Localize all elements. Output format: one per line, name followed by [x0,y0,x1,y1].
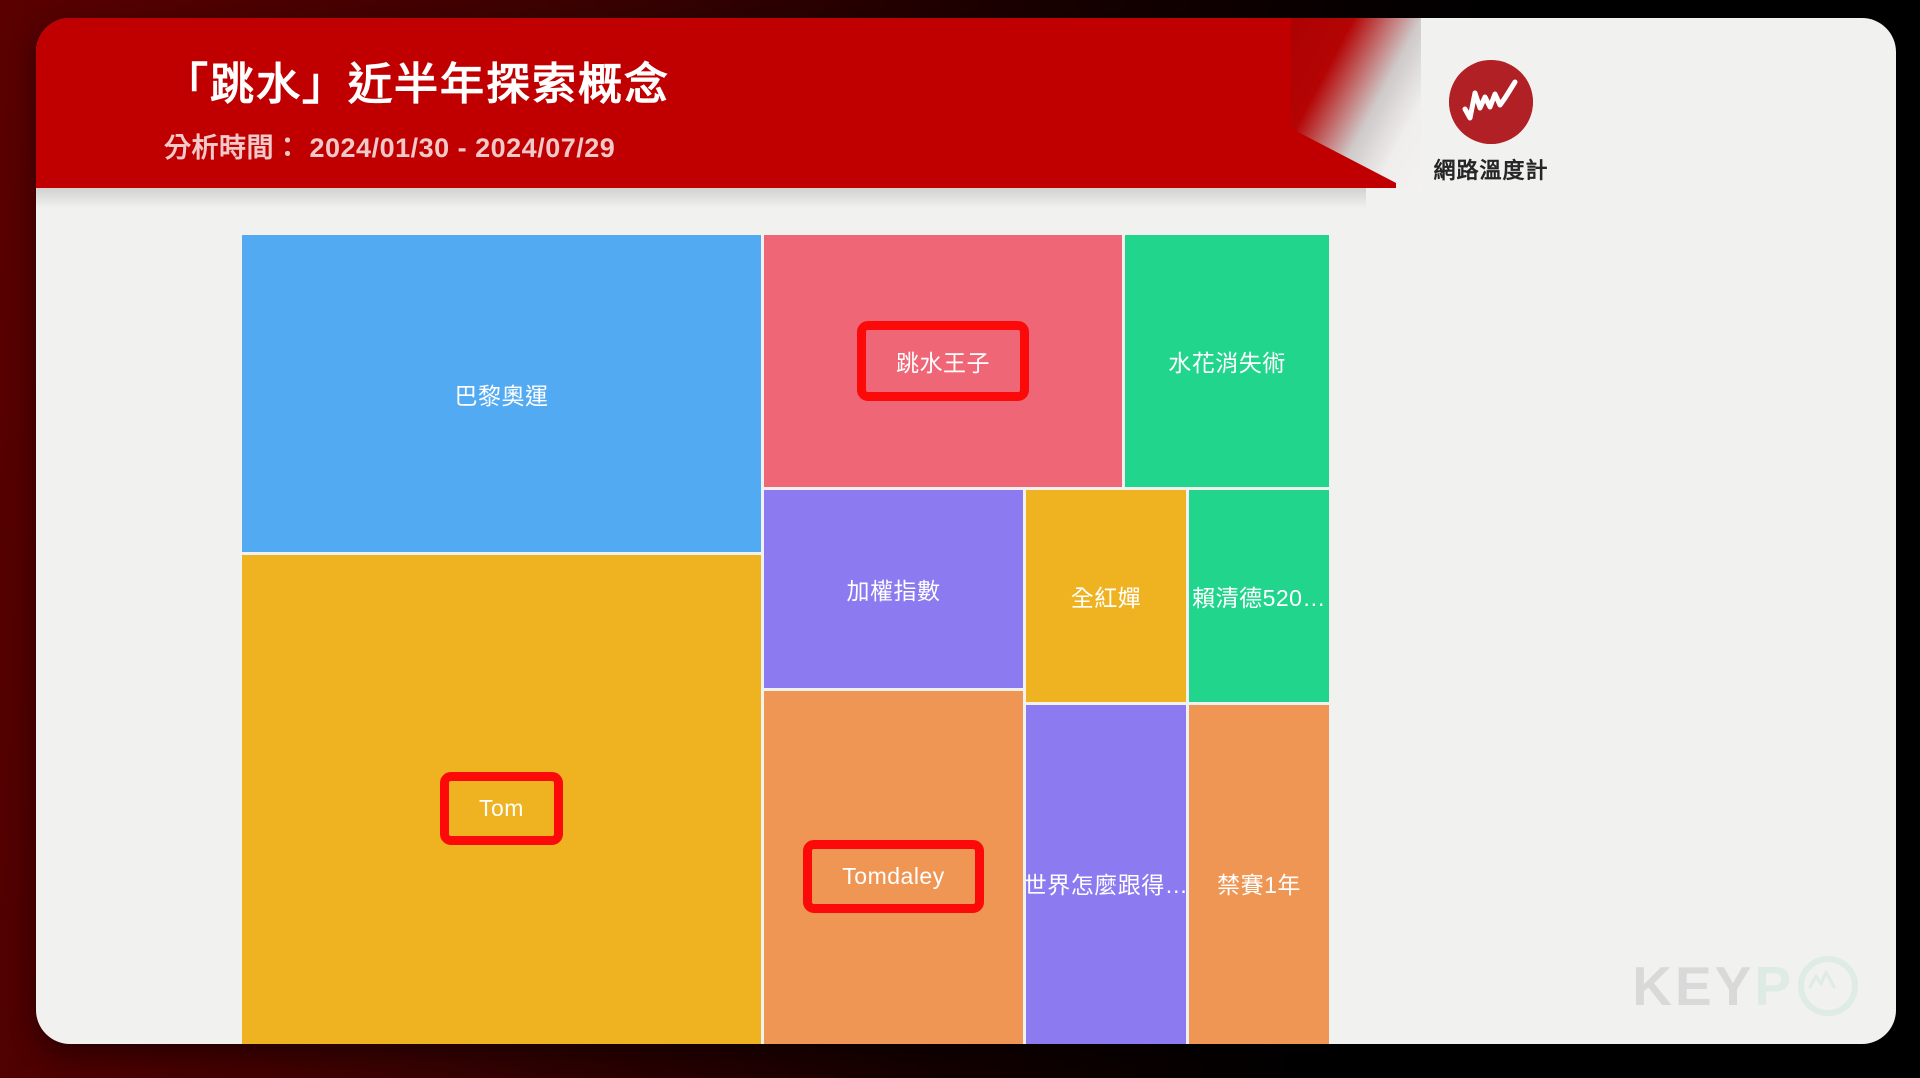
treemap-tile[interactable]: Tom [242,555,761,1044]
header-banner-shadow [36,186,1366,208]
line-chart-circle-icon [1449,60,1533,144]
treemap-tile-label: Tomdaley [803,839,984,913]
analysis-period-label: 分析時間： 2024/01/30 - 2024/07/29 [164,133,616,163]
treemap-tile[interactable]: Tomdaley [764,691,1023,1044]
treemap-tile-label: 全紅嬋 [1070,585,1142,611]
keypo-key-text: KEY [1632,955,1755,1017]
treemap-tile[interactable]: 賴清德520… [1189,490,1329,702]
treemap-tile-label: 世界怎麼跟得… [1026,872,1186,898]
treemap-tile[interactable]: 水花消失術 [1125,235,1329,487]
treemap-tile-label: 巴黎奧運 [454,382,549,409]
keypo-o-mountain-icon [1798,956,1858,1016]
treemap-tile-label: 賴清德520… [1192,585,1326,611]
treemap-tile[interactable]: 禁賽1年 [1189,705,1329,1044]
treemap-tile[interactable]: 加權指數 [764,490,1023,688]
brand-logo: 網路溫度計 [1396,60,1586,185]
treemap-tile[interactable]: 巴黎奧運 [242,235,761,552]
report-card: 巴黎奧運 跳水王子 水花消失術加權指數 全紅嬋 賴清德520… Tom Tomdaley 世界… [36,18,1896,1044]
brand-name: 網路溫度計 [1433,158,1549,183]
header-banner: 「跳水」近半年探索概念 分析時間： 2024/01/30 - 2024/07/2… [36,18,1396,188]
treemap-chart: 巴黎奧運 跳水王子 水花消失術加權指數 全紅嬋 賴清德520… Tom Tomdaley 世界… [206,235,1546,1044]
treemap-tile-label: 水花消失術 [1168,350,1286,376]
keypo-watermark: KEY P [1632,954,1858,1018]
screenshot-root: 巴黎奧運 跳水王子 水花消失術加權指數 全紅嬋 賴清德520… Tom Tomdaley 世界… [0,0,1920,1078]
keypo-po-text: P [1754,955,1794,1017]
treemap-tile[interactable]: 世界怎麼跟得… [1026,705,1186,1044]
treemap-tile[interactable]: 全紅嬋 [1026,490,1186,702]
treemap-tile-label: 禁賽1年 [1217,872,1301,898]
treemap-tile-label: Tom [440,771,563,845]
treemap-tile[interactable]: 跳水王子 [764,235,1122,487]
treemap-tile-label: 加權指數 [846,578,941,604]
treemap-tile-label: 跳水王子 [857,321,1029,401]
page-title: 「跳水」近半年探索概念 [164,60,670,109]
